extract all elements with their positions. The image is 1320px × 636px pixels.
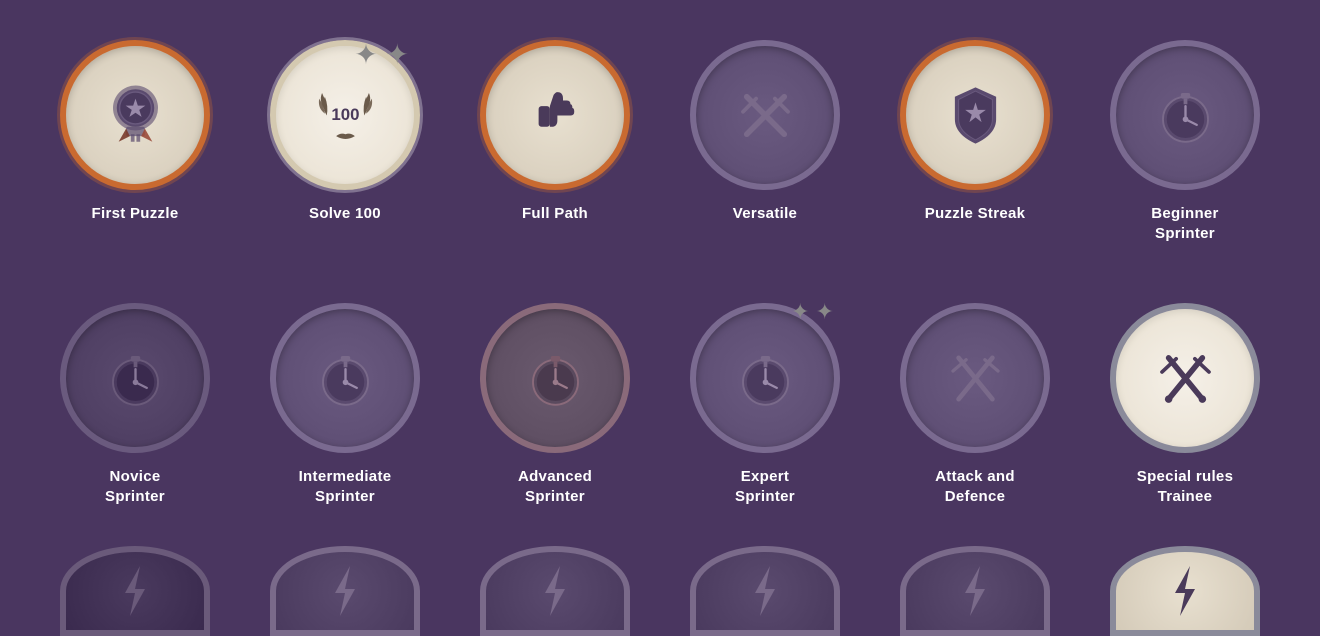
badge-label-solve-100: Solve 100 (309, 204, 381, 224)
badge-label-special-rules: Special rulesTrainee (1137, 467, 1233, 506)
badge-label-novice-sprinter: NoviceSprinter (105, 467, 165, 506)
badge-row3-2[interactable] (240, 546, 450, 636)
bolt-icon-3 (525, 561, 585, 621)
sparkles-icon: ✦ ✦ (354, 38, 409, 71)
badge-special-rules[interactable]: Special rulesTrainee (1080, 283, 1290, 526)
badges-container: First Puzzle ✦ ✦ 100 (0, 0, 1320, 636)
badge-solve-100[interactable]: ✦ ✦ 100 Solve 100 (240, 20, 450, 263)
badge-label-first-puzzle: First Puzzle (92, 204, 179, 224)
bolt-icon-2 (315, 561, 375, 621)
badges-row3-partial (0, 546, 1320, 636)
badge-puzzle-streak[interactable]: Puzzle Streak (870, 20, 1080, 263)
badge-row3-5[interactable] (870, 546, 1080, 636)
badge-circle-special-rules (1110, 303, 1260, 453)
badge-label-attack-defence: Attack andDefence (935, 467, 1015, 506)
badge-label-versatile: Versatile (733, 204, 797, 224)
badge-beginner-sprinter[interactable]: BeginnerSprinter (1080, 20, 1290, 263)
badge-row3-3[interactable] (450, 546, 660, 636)
badge-circle-novice-sprinter (60, 303, 210, 453)
timer-icon-expert (728, 341, 803, 416)
thumbsup-icon (518, 78, 593, 153)
timer-icon-beginner (1148, 78, 1223, 153)
timer-icon-intermediate (308, 341, 383, 416)
badge-circle-intermediate-sprinter (270, 303, 420, 453)
swords-icon (728, 78, 803, 153)
badge-circle-solve-100: ✦ ✦ 100 (270, 40, 420, 190)
badge-label-puzzle-streak: Puzzle Streak (925, 204, 1026, 224)
badges-row2: NoviceSprinter IntermediateSprinter (0, 283, 1320, 546)
timer-icon-novice (98, 341, 173, 416)
badge-row3-6[interactable] (1080, 546, 1290, 636)
bolt-icon-5 (945, 561, 1005, 621)
bolt-icon-1 (105, 561, 165, 621)
badge-circle-first-puzzle (60, 40, 210, 190)
badge-intermediate-sprinter[interactable]: IntermediateSprinter (240, 283, 450, 526)
badge-row3-1[interactable] (30, 546, 240, 636)
badge-label-expert-sprinter: ExpertSprinter (735, 467, 795, 506)
badge-label-full-path: Full Path (522, 204, 588, 224)
svg-text:100: 100 (331, 105, 359, 124)
sword-crossed-icon (1148, 341, 1223, 416)
bolt-icon-6 (1155, 561, 1215, 621)
badge-label-advanced-sprinter: AdvancedSprinter (518, 467, 592, 506)
medal-icon (98, 78, 173, 153)
badge-row3-4[interactable] (660, 546, 870, 636)
badge-circle-expert-sprinter: ✦ ✦ (690, 303, 840, 453)
badge-circle-versatile (690, 40, 840, 190)
badge-novice-sprinter[interactable]: NoviceSprinter (30, 283, 240, 526)
badge-versatile[interactable]: Versatile (660, 20, 870, 263)
laurel-100-icon: 100 (308, 78, 383, 153)
badge-circle-puzzle-streak (900, 40, 1050, 190)
badge-first-puzzle[interactable]: First Puzzle (30, 20, 240, 263)
badge-attack-defence[interactable]: Attack andDefence (870, 283, 1080, 526)
badge-circle-full-path (480, 40, 630, 190)
shield-star-icon (938, 78, 1013, 153)
badges-row1: First Puzzle ✦ ✦ 100 (0, 0, 1320, 283)
sparkles-expert-icon: ✦ ✦ (791, 299, 834, 325)
bolt-icon-4 (735, 561, 795, 621)
badge-full-path[interactable]: Full Path (450, 20, 660, 263)
badge-circle-advanced-sprinter (480, 303, 630, 453)
badge-circle-attack-defence (900, 303, 1050, 453)
badge-expert-sprinter[interactable]: ✦ ✦ ExpertSprinter (660, 283, 870, 526)
timer-icon-advanced (518, 341, 593, 416)
badge-label-intermediate-sprinter: IntermediateSprinter (299, 467, 392, 506)
badge-label-beginner-sprinter: BeginnerSprinter (1151, 204, 1218, 243)
swords-shield-icon (938, 341, 1013, 416)
badge-advanced-sprinter[interactable]: AdvancedSprinter (450, 283, 660, 526)
badge-circle-beginner-sprinter (1110, 40, 1260, 190)
